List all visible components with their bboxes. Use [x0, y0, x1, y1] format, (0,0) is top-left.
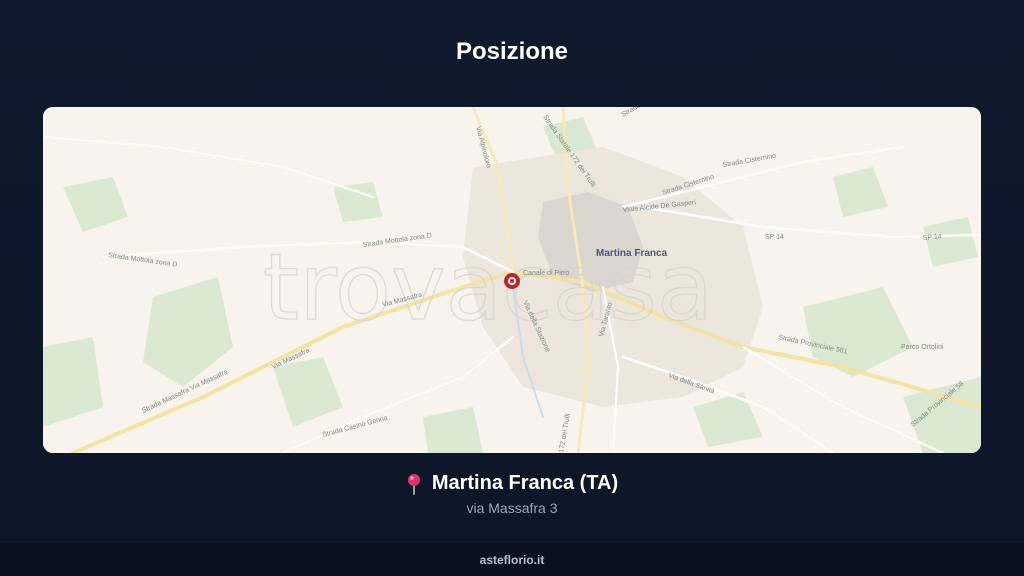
city-label: Martina Franca: [596, 248, 668, 259]
map-view[interactable]: trovacasa Strada Mottola zona D Strada M…: [43, 107, 981, 453]
footer-site-label: asteflorio.it: [479, 552, 545, 567]
street-label: SP 14: [765, 234, 784, 241]
street-label: Parco Ortolini: [901, 344, 944, 351]
location-row: Martina Franca (TA): [0, 472, 1024, 495]
pin-icon: [407, 473, 420, 495]
street-label: Canale di Pirro: [523, 270, 569, 277]
location-marker-icon[interactable]: [504, 273, 520, 289]
location-name: Martina Franca (TA): [431, 472, 619, 494]
page-title: Posizione: [455, 38, 569, 65]
footer: asteflorio.it: [0, 543, 1024, 576]
location-address: via Massafra 3: [466, 500, 558, 516]
